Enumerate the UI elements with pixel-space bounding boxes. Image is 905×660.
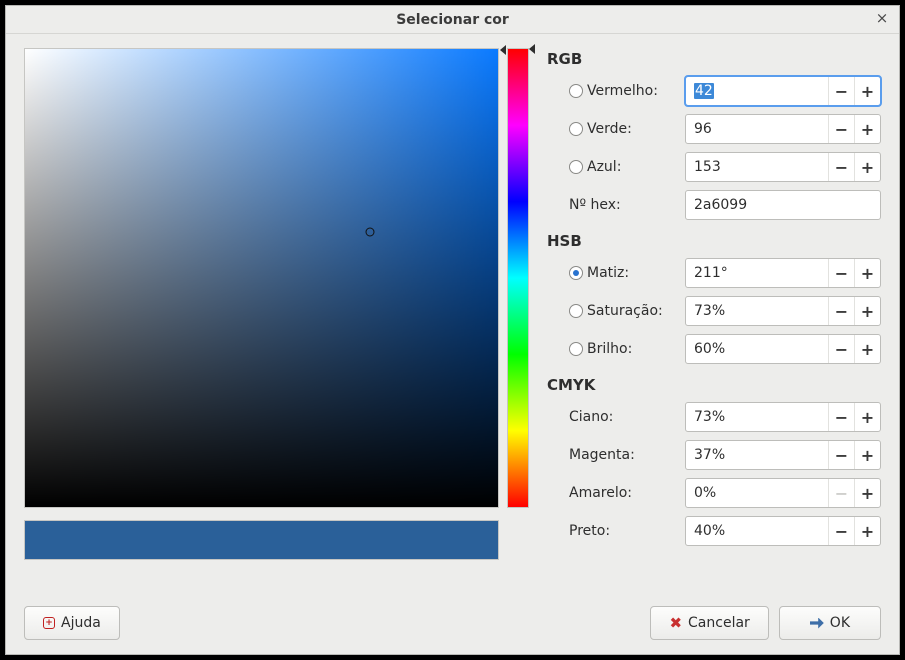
magenta-label: Magenta: [569, 447, 635, 463]
hue-slider[interactable] [507, 48, 529, 508]
close-button[interactable]: × [873, 10, 891, 28]
yellow-decrement-button[interactable]: − [828, 479, 854, 507]
ok-icon [810, 618, 824, 629]
help-icon: + [43, 617, 55, 629]
green-increment-button[interactable]: + [854, 115, 880, 143]
yellow-label: Amarelo: [569, 485, 632, 501]
blue-decrement-button[interactable]: − [828, 153, 854, 181]
radio-red[interactable] [569, 84, 583, 98]
red-decrement-button[interactable]: − [828, 77, 854, 105]
green-input[interactable]: 96 − + [685, 114, 881, 144]
brightness-decrement-button[interactable]: − [828, 335, 854, 363]
triangle-marker-icon [500, 45, 506, 55]
cyan-input[interactable]: 73% − + [685, 402, 881, 432]
cancel-button[interactable]: ✖ Cancelar [650, 606, 768, 640]
saturation-decrement-button[interactable]: − [828, 297, 854, 325]
ok-button[interactable]: OK [779, 606, 881, 640]
magenta-decrement-button[interactable]: − [828, 441, 854, 469]
radio-brightness[interactable] [569, 342, 583, 356]
blue-label: Azul: [587, 159, 621, 175]
titlebar: Selecionar cor × [6, 6, 899, 34]
yellow-input[interactable]: 0% − + [685, 478, 881, 508]
cyan-increment-button[interactable]: + [854, 403, 880, 431]
cmyk-heading: CMYK [547, 376, 881, 394]
green-decrement-button[interactable]: − [828, 115, 854, 143]
cyan-decrement-button[interactable]: − [828, 403, 854, 431]
rgb-heading: RGB [547, 50, 881, 68]
hue-increment-button[interactable]: + [854, 259, 880, 287]
hue-slider-marker-icon [529, 44, 535, 54]
blue-input[interactable]: 153 − + [685, 152, 881, 182]
hex-input[interactable]: 2a6099 [685, 190, 881, 220]
black-decrement-button[interactable]: − [828, 517, 854, 545]
blue-increment-button[interactable]: + [854, 153, 880, 181]
radio-green[interactable] [569, 122, 583, 136]
radio-saturation[interactable] [569, 304, 583, 318]
saturation-input[interactable]: 73% − + [685, 296, 881, 326]
brightness-input[interactable]: 60% − + [685, 334, 881, 364]
hue-decrement-button[interactable]: − [828, 259, 854, 287]
black-input[interactable]: 40% − + [685, 516, 881, 546]
hue-label: Matiz: [587, 265, 629, 281]
yellow-increment-button[interactable]: + [854, 479, 880, 507]
saturation-value-field[interactable] [24, 48, 499, 508]
green-label: Verde: [587, 121, 632, 137]
cancel-icon: ✖ [669, 616, 682, 631]
color-picker-dialog: Selecionar cor × [5, 5, 900, 655]
hex-label: Nº hex: [569, 197, 621, 213]
red-input[interactable]: 42 − + [685, 76, 881, 106]
hue-input[interactable]: 211° − + [685, 258, 881, 288]
saturation-label: Saturação: [587, 303, 663, 319]
black-label: Preto: [569, 523, 610, 539]
cyan-label: Ciano: [569, 409, 613, 425]
help-button[interactable]: + Ajuda [24, 606, 120, 640]
hsb-heading: HSB [547, 232, 881, 250]
close-icon: × [876, 9, 889, 27]
radio-blue[interactable] [569, 160, 583, 174]
red-increment-button[interactable]: + [854, 77, 880, 105]
window-title: Selecionar cor [396, 12, 509, 28]
saturation-increment-button[interactable]: + [854, 297, 880, 325]
magenta-input[interactable]: 37% − + [685, 440, 881, 470]
brightness-increment-button[interactable]: + [854, 335, 880, 363]
radio-hue[interactable] [569, 266, 583, 280]
sv-indicator-icon [366, 228, 375, 237]
brightness-label: Brilho: [587, 341, 632, 357]
magenta-increment-button[interactable]: + [854, 441, 880, 469]
black-increment-button[interactable]: + [854, 517, 880, 545]
red-label: Vermelho: [587, 83, 658, 99]
current-color-swatch [24, 520, 499, 560]
